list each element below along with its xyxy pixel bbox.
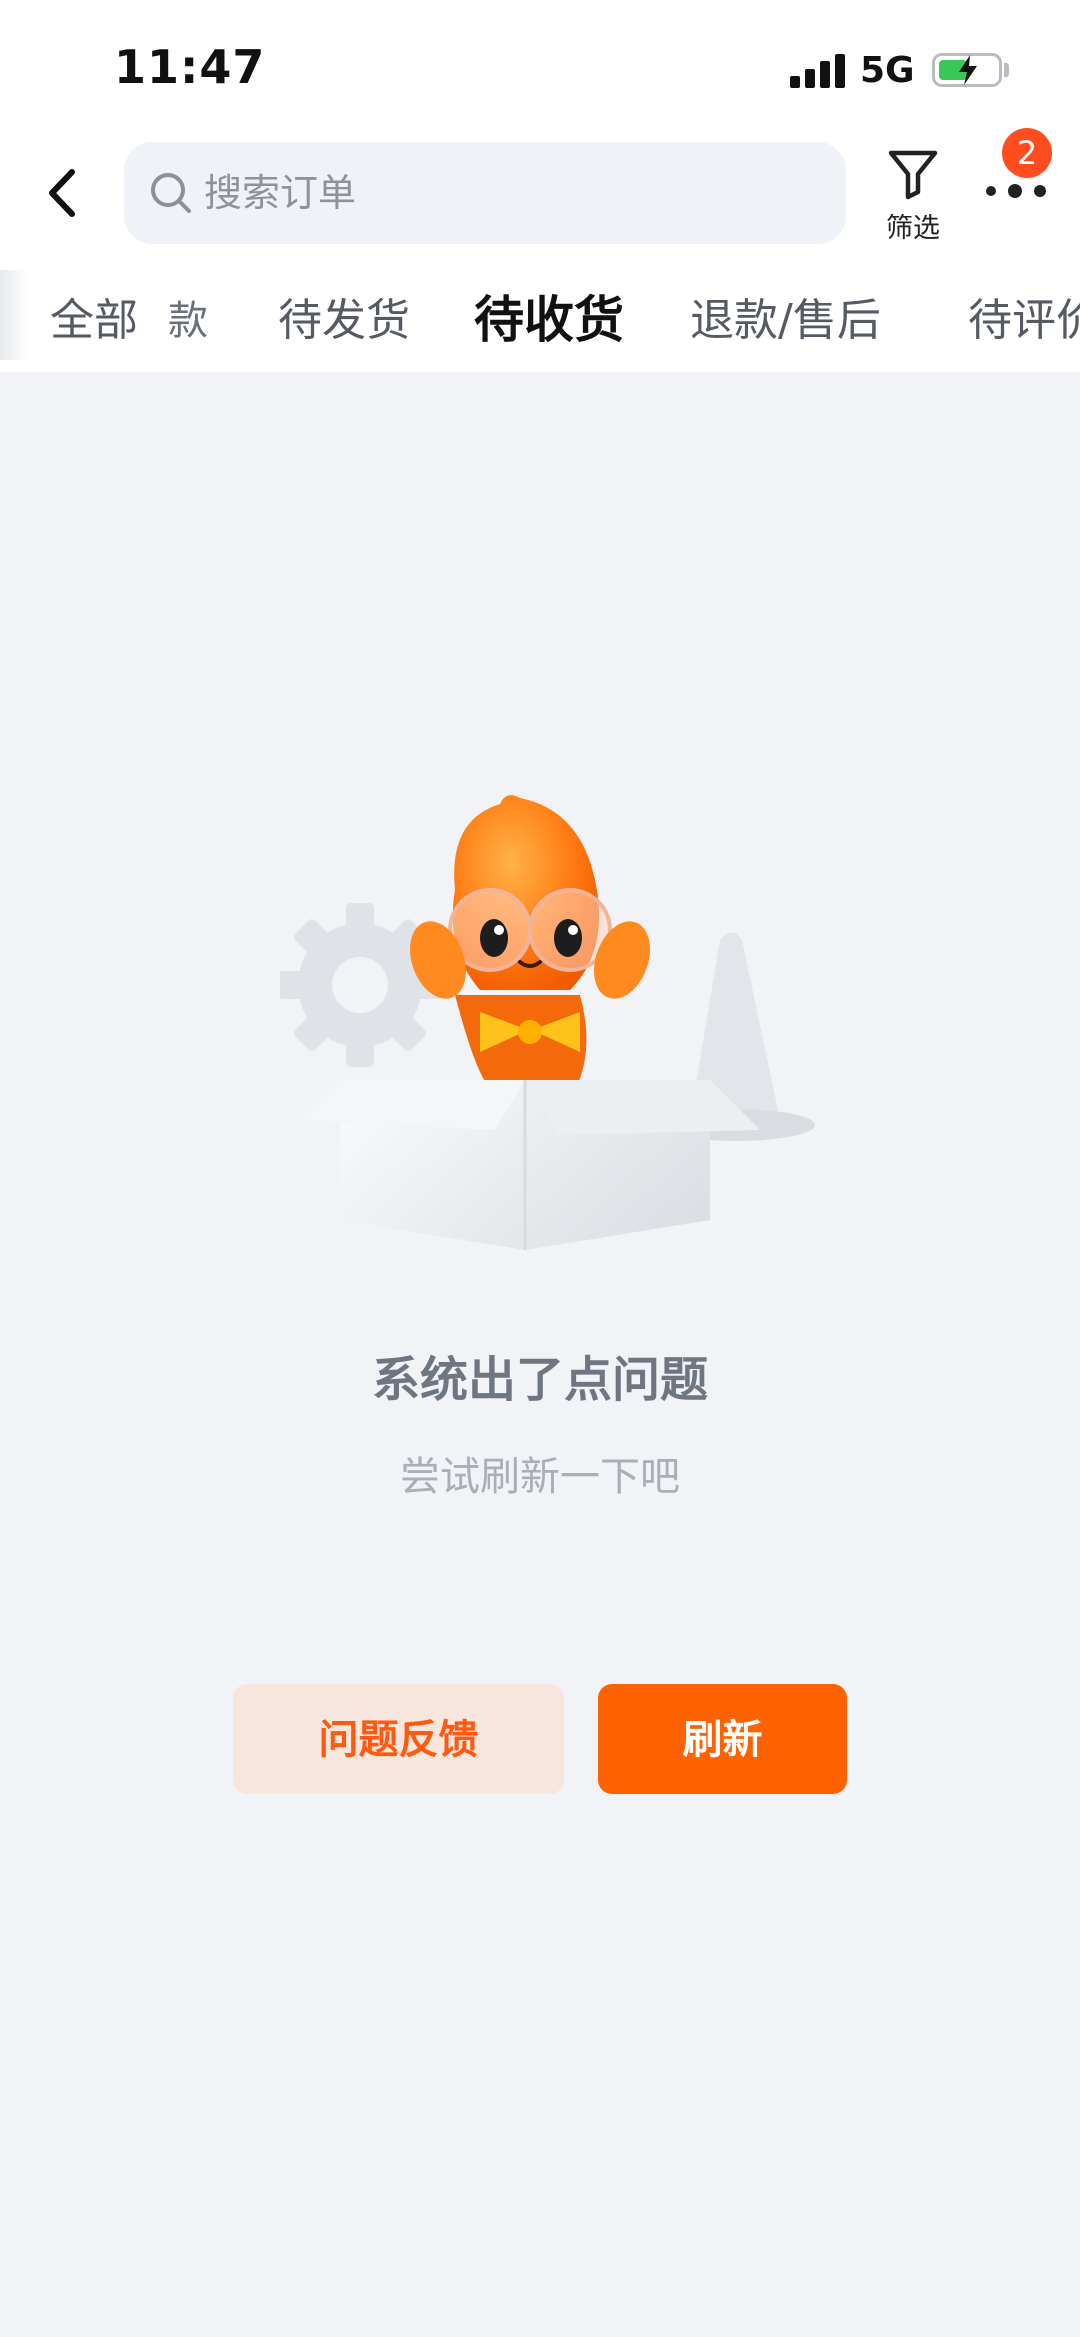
order-tabs: 全部 款 待发货 待收货 退款/售后 待评价 [0,270,1080,360]
tab-all[interactable]: 全部 [50,284,138,348]
tab-pending-receipt[interactable]: 待收货 [474,280,624,352]
back-button[interactable] [38,160,88,226]
mascot-character [409,795,651,1090]
tab-pending-shipment[interactable]: 待发货 [278,284,410,348]
battery-icon [932,53,1002,87]
cardboard-box-icon [300,1080,760,1250]
mascot-box-gear-illustration [280,795,815,1250]
feedback-button[interactable]: 问题反馈 [233,1684,564,1794]
top-bar: 11:47 5G 筛选 2 全部 款 待发货 [0,0,1080,372]
network-type: 5G [860,50,915,91]
tab-pending-payment[interactable]: 款 [168,288,208,346]
chevron-left-icon [49,169,75,217]
error-subtitle: 尝试刷新一下吧 [400,1454,680,1500]
tab-pending-review[interactable]: 待评价 [968,284,1080,348]
error-title: 系统出了点问题 [371,1352,708,1408]
status-time: 11:47 [114,40,266,94]
tabs-left-fade [0,270,28,360]
filter-funnel-icon [888,150,938,200]
more-dots-icon [986,186,996,196]
filter-button[interactable]: 筛选 [878,140,948,250]
tab-refund-aftersale[interactable]: 退款/售后 [690,284,881,348]
search-bar[interactable] [124,142,846,244]
search-input[interactable] [204,142,804,244]
search-icon [151,173,191,213]
notification-badge: 2 [1002,128,1052,178]
battery-tip [1004,63,1009,77]
cellular-signal-icon [790,52,846,88]
filter-label: 筛选 [886,213,940,244]
refresh-button[interactable]: 刷新 [598,1684,847,1794]
